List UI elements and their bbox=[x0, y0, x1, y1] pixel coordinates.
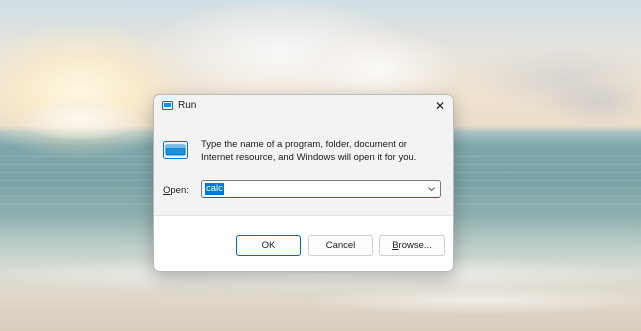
run-program-icon bbox=[163, 141, 188, 159]
browse-label: rowse... bbox=[398, 240, 432, 251]
window-title: Run bbox=[178, 100, 197, 111]
ok-button[interactable]: OK bbox=[236, 235, 301, 256]
run-icon bbox=[162, 101, 173, 110]
wallpaper-cloud bbox=[540, 80, 641, 125]
run-dialog: Run ✕ Type the name of a program, folder… bbox=[153, 94, 454, 272]
button-row: OK Cancel Browse... bbox=[154, 215, 453, 271]
open-input-value[interactable]: calc bbox=[205, 183, 224, 195]
title-bar[interactable]: Run ✕ bbox=[154, 95, 453, 117]
wallpaper-cloud bbox=[20, 100, 140, 140]
wallpaper-foam bbox=[300, 285, 641, 315]
cancel-button[interactable]: Cancel bbox=[308, 235, 373, 256]
close-button[interactable]: ✕ bbox=[427, 95, 453, 117]
browse-button[interactable]: Browse... bbox=[379, 235, 445, 256]
chevron-down-icon[interactable] bbox=[427, 184, 436, 194]
open-label: Open: bbox=[163, 185, 189, 196]
open-label-text: pen: bbox=[170, 185, 189, 196]
dialog-content: Type the name of a program, folder, docu… bbox=[154, 117, 453, 215]
close-icon: ✕ bbox=[434, 99, 446, 113]
open-combobox[interactable]: calc bbox=[201, 180, 441, 198]
instruction-text: Type the name of a program, folder, docu… bbox=[201, 139, 417, 163]
